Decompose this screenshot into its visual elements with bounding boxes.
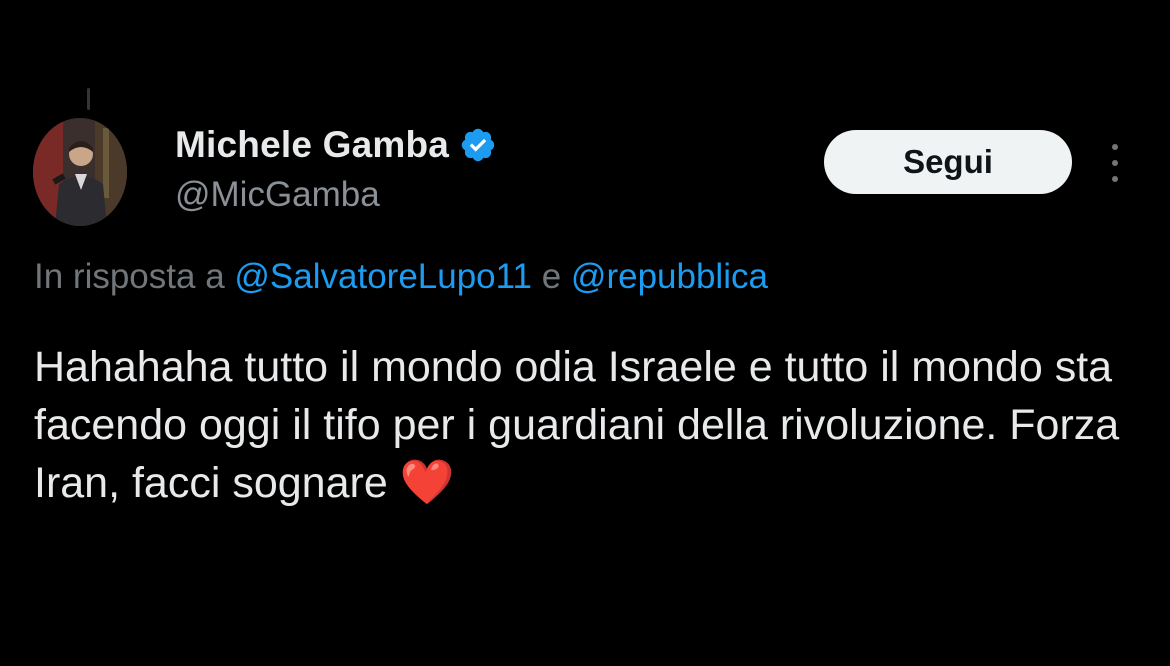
mention-link[interactable]: @SalvatoreLupo11 [234, 257, 532, 296]
tweet-text: Hahahaha tutto il mondo odia Israele e t… [34, 343, 1120, 507]
heart-emoji-icon: ❤️ [399, 457, 455, 508]
more-dot [1112, 176, 1118, 182]
tweet-body: Hahahaha tutto il mondo odia Israele e t… [34, 338, 1144, 512]
author-handle[interactable]: @MicGamba [175, 175, 380, 215]
mention-link[interactable]: @repubblica [571, 257, 768, 296]
author-display-name[interactable]: Michele Gamba [175, 124, 449, 166]
more-dot [1112, 160, 1118, 166]
reply-context: In risposta a @SalvatoreLupo11 e @repubb… [34, 257, 768, 297]
avatar[interactable] [33, 118, 127, 226]
author-name-row: Michele Gamba [175, 122, 497, 168]
reply-conjunction: e [541, 257, 562, 296]
more-dot [1112, 144, 1118, 150]
thread-connector-line [87, 88, 90, 110]
reply-prefix: In risposta a [34, 257, 225, 296]
more-vertical-icon[interactable] [1100, 140, 1130, 186]
follow-button[interactable]: Segui [824, 130, 1072, 194]
verified-badge-icon [459, 126, 497, 164]
avatar-photo [33, 118, 127, 226]
